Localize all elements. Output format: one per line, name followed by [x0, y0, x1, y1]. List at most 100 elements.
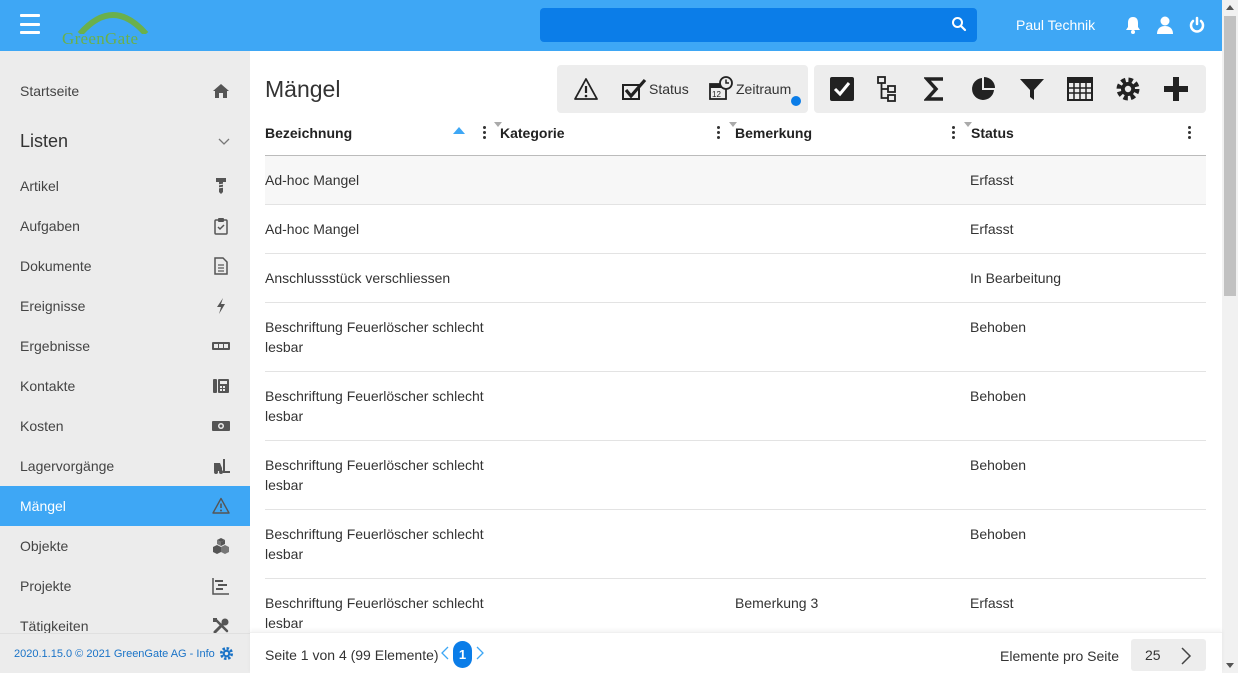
- add-button[interactable]: [1163, 65, 1189, 113]
- checkbox-checked-icon: [830, 77, 854, 101]
- zeitraum-filter-button[interactable]: 12 Zeitraum: [708, 65, 791, 113]
- per-page-select[interactable]: 25: [1131, 639, 1206, 671]
- sidebar-section-listen[interactable]: Listen: [0, 121, 250, 161]
- table-row[interactable]: Anschlussstück verschliessen In Bearbeit…: [265, 254, 1206, 303]
- lightning-icon: [217, 298, 225, 314]
- cubes-icon: [213, 538, 229, 554]
- column-header-bemerkung[interactable]: Bemerkung: [735, 125, 812, 145]
- cell-status: Behoben: [970, 319, 1027, 335]
- per-page-label: Elemente pro Seite: [1000, 648, 1120, 664]
- chart-button[interactable]: [970, 65, 996, 113]
- settings-button[interactable]: [1115, 65, 1141, 113]
- gear-icon[interactable]: [219, 646, 234, 661]
- tree-icon: [877, 76, 896, 102]
- cell-status: Erfasst: [970, 221, 1014, 237]
- calendar-clock-icon: 12: [709, 76, 733, 100]
- warning-icon: [212, 497, 230, 514]
- sidebar-item-ereignisse[interactable]: Ereignisse: [0, 286, 250, 326]
- sidebar-item-kosten[interactable]: Kosten: [0, 406, 250, 446]
- cell-status: In Bearbeitung: [970, 270, 1062, 286]
- select-button[interactable]: [829, 65, 855, 113]
- plus-icon: [1164, 77, 1188, 101]
- sort-ascending-icon[interactable]: [453, 127, 465, 134]
- column-menu-icon[interactable]: [1188, 125, 1192, 143]
- per-page-value: 25: [1145, 647, 1161, 663]
- sidebar-item-projekte[interactable]: Projekte: [0, 566, 250, 606]
- scroll-up-arrow[interactable]: [1226, 5, 1234, 10]
- table-row[interactable]: Beschriftung Feuerlöscher schlecht lesba…: [265, 303, 1206, 372]
- sum-button[interactable]: [924, 65, 946, 113]
- cell-status: Behoben: [970, 457, 1027, 473]
- warning-icon: [574, 78, 598, 100]
- table-row[interactable]: Beschriftung Feuerlöscher schlecht lesba…: [265, 441, 1206, 510]
- sidebar-item-artikel[interactable]: Artikel: [0, 166, 250, 206]
- sidebar-item-maengel[interactable]: Mängel: [0, 486, 250, 526]
- phone-book-icon: [213, 379, 229, 393]
- power-icon[interactable]: [1188, 15, 1206, 35]
- cell-status: Erfasst: [970, 172, 1014, 188]
- counter-icon: [212, 342, 230, 350]
- cell-bezeichnung: Beschriftung Feuerlöscher schlecht lesba…: [265, 595, 484, 631]
- cell-bezeichnung: Beschriftung Feuerlöscher schlecht lesba…: [265, 457, 484, 493]
- status-filter-button[interactable]: Status: [621, 65, 689, 113]
- table-row[interactable]: Ad-hoc Mangel Erfasst: [265, 205, 1206, 254]
- version-info[interactable]: 2020.1.15.0 © 2021 GreenGate AG - Info: [0, 633, 250, 673]
- column-header-kategorie[interactable]: Kategorie: [500, 125, 565, 145]
- money-icon: [212, 421, 230, 431]
- forklift-icon: [214, 459, 230, 474]
- table-icon: [1067, 77, 1093, 101]
- page-scrollbar[interactable]: [1222, 0, 1238, 673]
- column-header-bezeichnung[interactable]: Bezeichnung: [265, 125, 352, 145]
- table-row[interactable]: Beschriftung Feuerlöscher schlecht lesba…: [265, 372, 1206, 441]
- funnel-icon: [1020, 79, 1044, 100]
- chevron-left-icon[interactable]: [440, 645, 450, 661]
- filter-button[interactable]: [1019, 65, 1045, 113]
- home-icon: [213, 84, 229, 98]
- zeitraum-filter-label: Zeitraum: [736, 81, 792, 97]
- sidebar-item-kontakte[interactable]: Kontakte: [0, 366, 250, 406]
- chevron-right-icon[interactable]: [475, 645, 485, 661]
- page-title: Mängel: [265, 76, 341, 102]
- sidebar-item-dokumente[interactable]: Dokumente: [0, 246, 250, 286]
- sidebar-item-startseite[interactable]: Startseite: [0, 71, 250, 111]
- cell-bezeichnung: Ad-hoc Mangel: [265, 221, 360, 237]
- page-button-1[interactable]: 1: [453, 641, 472, 668]
- sidebar-item-ergebnisse[interactable]: Ergebnisse: [0, 326, 250, 366]
- user-name[interactable]: Paul Technik: [1016, 17, 1095, 33]
- cell-bezeichnung: Anschlussstück verschliessen: [265, 270, 451, 286]
- warning-filter-button[interactable]: [573, 65, 599, 113]
- tree-view-button[interactable]: [877, 65, 897, 113]
- user-icon[interactable]: [1156, 15, 1174, 35]
- document-icon: [214, 257, 228, 275]
- menu-icon[interactable]: [20, 14, 40, 34]
- screw-icon: [216, 178, 226, 194]
- chevron-right-icon[interactable]: [1180, 646, 1192, 666]
- column-menu-icon[interactable]: [483, 125, 487, 143]
- column-menu-icon[interactable]: [717, 125, 721, 143]
- active-filter-indicator: [791, 96, 801, 106]
- scroll-down-arrow[interactable]: [1226, 663, 1234, 668]
- bell-icon[interactable]: [1124, 15, 1142, 35]
- chevron-down-icon[interactable]: [218, 135, 230, 147]
- logo[interactable]: GreenGate: [58, 4, 164, 48]
- sidebar: Startseite Listen Artikel Aufgaben Dokum…: [0, 51, 250, 673]
- columns-button[interactable]: [1067, 65, 1093, 113]
- cell-bezeichnung: Ad-hoc Mangel: [265, 172, 360, 188]
- table-row[interactable]: Ad-hoc Mangel Erfasst: [265, 156, 1206, 205]
- sidebar-item-objekte[interactable]: Objekte: [0, 526, 250, 566]
- search-input[interactable]: [540, 8, 977, 42]
- column-header-status[interactable]: Status: [971, 125, 1014, 145]
- cell-bezeichnung: Beschriftung Feuerlöscher schlecht lesba…: [265, 388, 484, 424]
- sidebar-item-lagervorgaenge[interactable]: Lagervorgänge: [0, 446, 250, 486]
- table-row[interactable]: Beschriftung Feuerlöscher schlecht lesba…: [265, 510, 1206, 579]
- scrollbar-thumb[interactable]: [1224, 16, 1236, 296]
- cell-bezeichnung: Beschriftung Feuerlöscher schlecht lesba…: [265, 319, 484, 355]
- table-row[interactable]: Beschriftung Feuerlöscher schlecht lesba…: [265, 579, 1206, 632]
- sidebar-item-aufgaben[interactable]: Aufgaben: [0, 206, 250, 246]
- pagination-bar: Seite 1 von 4 (99 Elemente) 1 Elemente p…: [250, 632, 1222, 673]
- search-icon[interactable]: [951, 16, 967, 32]
- clipboard-check-icon: [214, 218, 228, 235]
- cell-bemerkung: Bemerkung 3: [735, 595, 819, 611]
- filter-toolbar: Status 12 Zeitraum: [557, 65, 808, 113]
- column-menu-icon[interactable]: [952, 125, 956, 143]
